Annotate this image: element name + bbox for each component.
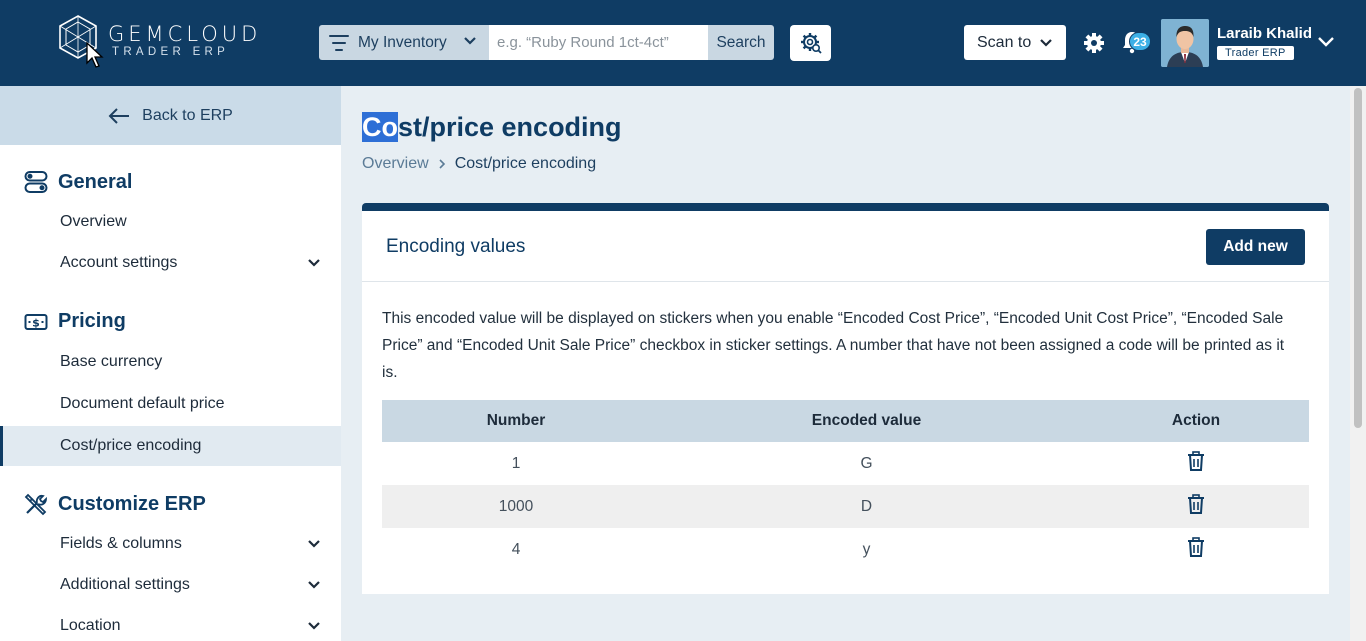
- section-general: General: [24, 170, 132, 194]
- sidebar: Back to ERP General Overview Account set…: [0, 86, 341, 641]
- chevron-down-icon: [1040, 38, 1053, 47]
- encoding-values-card: Encoding values Add new This encoded val…: [362, 203, 1329, 594]
- sidebar-item-fields-columns[interactable]: Fields & columns: [0, 524, 341, 564]
- mouse-pointer-icon: [86, 42, 104, 68]
- page-scrollbar[interactable]: [1350, 86, 1366, 641]
- sidebar-item-label: Base currency: [60, 353, 163, 370]
- user-avatar-icon: [1161, 19, 1209, 67]
- chevron-down-icon: [308, 581, 320, 589]
- svg-text:$: $: [32, 316, 40, 329]
- scan-to-label: Scan to: [977, 33, 1032, 51]
- card-title: Encoding values: [386, 236, 526, 257]
- sidebar-item-label: Document default price: [60, 395, 225, 412]
- column-header-encoded-value: Encoded value: [650, 400, 1083, 442]
- search-input[interactable]: [489, 25, 708, 60]
- avatar[interactable]: [1161, 19, 1209, 67]
- trash-icon[interactable]: [1187, 450, 1205, 472]
- user-role-badge: Trader ERP: [1217, 46, 1294, 60]
- brand-tagline: TRADER ERP: [112, 46, 230, 58]
- section-customize-erp-title: Customize ERP: [58, 492, 206, 515]
- page-title: Cost/price encoding: [362, 112, 622, 143]
- user-name: Laraib Khalid: [1217, 25, 1313, 42]
- table-row: 4 y: [382, 528, 1309, 571]
- search-button[interactable]: Search: [708, 25, 774, 60]
- trash-icon[interactable]: [1187, 536, 1205, 558]
- sidebar-item-label: Location: [60, 617, 121, 634]
- scan-to-button[interactable]: Scan to: [964, 25, 1066, 60]
- dollar-bill-icon: $: [24, 313, 48, 330]
- sidebar-item-label: Additional settings: [60, 576, 190, 593]
- sidebar-item-document-default-price[interactable]: Document default price: [0, 384, 341, 424]
- scrollbar-thumb[interactable]: [1354, 88, 1362, 428]
- sidebar-item-location[interactable]: Location: [0, 606, 341, 641]
- cell-action: [1083, 442, 1309, 485]
- sidebar-item-label: Fields & columns: [60, 535, 182, 552]
- inventory-select-label: My Inventory: [358, 33, 447, 51]
- trash-icon[interactable]: [1187, 493, 1205, 515]
- chevron-down-icon: [308, 540, 320, 548]
- search-settings-button[interactable]: [790, 25, 831, 61]
- table-header-row: Number Encoded value Action: [382, 400, 1309, 442]
- cell-number: 4: [511, 540, 521, 558]
- page-title-rest: st/price encoding: [398, 112, 622, 142]
- cell-encoded-value: D: [650, 485, 1083, 528]
- top-bar: GEMCLOUD TRADER ERP My Inventory Search: [0, 0, 1366, 86]
- sidebar-item-cost-price-encoding[interactable]: Cost/price encoding: [0, 426, 341, 466]
- sidebar-item-overview[interactable]: Overview: [0, 202, 341, 242]
- breadcrumb-overview[interactable]: Overview: [362, 155, 429, 173]
- chevron-down-icon: [308, 622, 320, 630]
- column-header-action: Action: [1083, 400, 1309, 442]
- chevron-down-icon[interactable]: [1317, 36, 1335, 48]
- page-title-selection: Co: [362, 112, 398, 142]
- arrow-left-icon: [108, 107, 130, 124]
- column-header-number: Number: [382, 400, 650, 442]
- add-new-button[interactable]: Add new: [1206, 229, 1305, 265]
- filter-icon: [329, 34, 349, 51]
- back-to-erp-label: Back to ERP: [142, 106, 233, 124]
- card-header: Encoding values Add new: [362, 211, 1329, 282]
- toggle-icon: [24, 171, 48, 193]
- cell-action: [1083, 485, 1309, 528]
- chevron-down-icon: [308, 259, 320, 267]
- breadcrumb-current: Cost/price encoding: [454, 155, 597, 172]
- back-to-erp-button[interactable]: Back to ERP: [0, 86, 341, 145]
- sidebar-item-base-currency[interactable]: Base currency: [0, 342, 341, 382]
- chevron-right-icon: [439, 159, 445, 169]
- brand-name: GEMCLOUD: [108, 22, 262, 46]
- chevron-down-icon: [464, 37, 476, 45]
- sidebar-item-account-settings[interactable]: Account settings: [0, 243, 341, 283]
- encoding-table: Number Encoded value Action 1 G 1000 D 4…: [382, 400, 1309, 571]
- gear-search-icon: [800, 33, 822, 54]
- cell-action: [1083, 528, 1309, 571]
- cell-encoded-value: y: [862, 540, 871, 558]
- section-general-title: General: [58, 170, 133, 193]
- encoding-description: This encoded value will be displayed on …: [382, 310, 1285, 381]
- tools-icon: [24, 493, 47, 516]
- gear-icon[interactable]: [1083, 32, 1105, 54]
- cell-encoded-value: G: [860, 454, 873, 472]
- table-row: 1 G: [382, 442, 1309, 485]
- sidebar-item-label: Overview: [60, 213, 127, 230]
- section-pricing-title: Pricing: [58, 310, 126, 332]
- section-customize-erp: Customize ERP: [24, 492, 206, 516]
- cell-number: 1000: [382, 485, 650, 528]
- inventory-select[interactable]: My Inventory: [319, 25, 489, 60]
- notification-badge: 23: [1129, 32, 1151, 51]
- sidebar-item-label: Account settings: [60, 254, 178, 271]
- breadcrumb: Overview Cost/price encoding: [362, 155, 596, 173]
- sidebar-item-label: Cost/price encoding: [60, 437, 202, 454]
- sidebar-item-additional-settings[interactable]: Additional settings: [0, 565, 341, 605]
- cell-number: 1: [511, 454, 521, 472]
- table-row: 1000 D: [382, 485, 1309, 528]
- section-pricing: $ Pricing: [24, 310, 126, 333]
